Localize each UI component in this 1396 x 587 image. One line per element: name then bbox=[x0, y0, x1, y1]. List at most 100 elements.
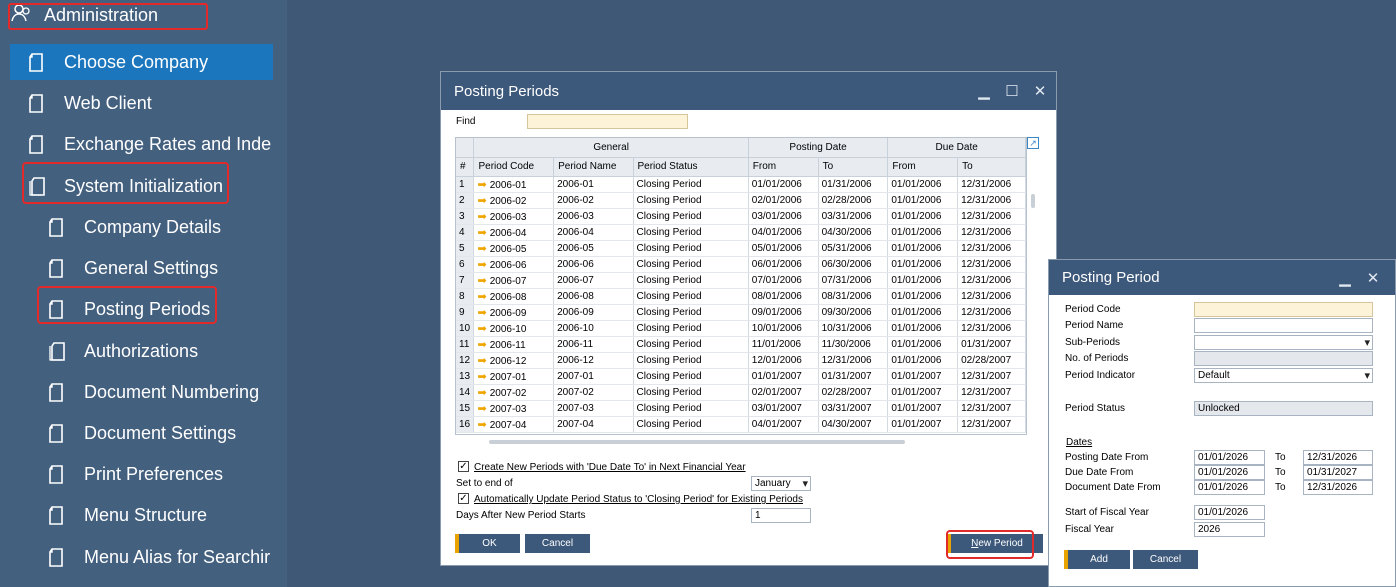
col-period-code-cell[interactable]: ➡ 2007-03 bbox=[473, 400, 555, 417]
col-period-name-cell[interactable]: 2007-01 bbox=[553, 368, 634, 385]
table-row[interactable]: 13 ➡ 2007-01 2007-01 Closing Period 01/01/200… bbox=[456, 368, 1026, 385]
close-icon[interactable]: ✕ bbox=[1032, 82, 1048, 100]
col-num-header[interactable]: # bbox=[456, 157, 475, 177]
link-arrow-icon[interactable]: ➡ bbox=[477, 323, 486, 335]
col-period-code-cell[interactable]: ➡ 2006-12 bbox=[473, 352, 555, 369]
col-period-code-cell[interactable]: ➡ 2006-03 bbox=[473, 208, 555, 225]
period-code-input[interactable] bbox=[1194, 302, 1373, 317]
col-due-from-cell[interactable]: 01/01/2006 bbox=[887, 272, 959, 289]
col-period-status-cell[interactable]: Closing Period bbox=[633, 352, 749, 369]
col-posting-from-cell[interactable]: 01/01/2007 bbox=[748, 368, 819, 385]
col-period-code-cell[interactable]: ➡ 2007-04 bbox=[473, 416, 555, 433]
start-fiscal-input[interactable]: 01/01/2026 bbox=[1194, 505, 1265, 520]
col-due-to-cell[interactable]: 02/28/2007 bbox=[957, 352, 1026, 369]
col-due-to-cell[interactable]: 12/31/2006 bbox=[957, 176, 1026, 193]
menu-choose-company[interactable]: Choose Company bbox=[10, 44, 273, 80]
col-posting-to-cell[interactable]: 01/31/2007 bbox=[818, 368, 889, 385]
col-period-name-cell[interactable]: 2007-03 bbox=[553, 400, 634, 417]
col-period-name-cell[interactable]: 2006-02 bbox=[553, 192, 634, 209]
maximize-icon[interactable]: ☐ bbox=[1004, 82, 1020, 100]
col-period-code-cell[interactable]: ➡ 2006-04 bbox=[473, 224, 555, 241]
link-arrow-icon[interactable]: ➡ bbox=[477, 179, 486, 191]
link-arrow-icon[interactable]: ➡ bbox=[477, 355, 486, 367]
col-period-status-header[interactable]: Period Status bbox=[633, 157, 749, 177]
link-arrow-icon[interactable]: ➡ bbox=[477, 227, 486, 239]
col-period-status-cell[interactable]: Closing Period bbox=[633, 384, 749, 401]
menu-authorizations[interactable]: Authorizations bbox=[30, 333, 287, 369]
col-due-to-cell[interactable]: 12/31/2006 bbox=[957, 272, 1026, 289]
col-period-status-cell[interactable]: Closing Period bbox=[633, 304, 749, 321]
link-arrow-icon[interactable]: ➡ bbox=[477, 307, 486, 319]
horizontal-scrollbar[interactable] bbox=[489, 440, 905, 444]
col-posting-to-cell[interactable]: 03/31/2007 bbox=[818, 400, 889, 417]
col-posting-from-cell[interactable]: 06/01/2006 bbox=[748, 256, 819, 273]
link-arrow-icon[interactable]: ➡ bbox=[477, 371, 486, 383]
table-row[interactable]: 5 ➡ 2006-05 2006-05 Closing Period 05/01/2006… bbox=[456, 240, 1026, 257]
table-row[interactable]: 8 ➡ 2006-08 2006-08 Closing Period 08/01/2006… bbox=[456, 288, 1026, 305]
col-posting-from-cell[interactable]: 05/01/2006 bbox=[748, 240, 819, 257]
expand-grid-icon[interactable]: ↗ bbox=[1027, 137, 1039, 149]
find-input[interactable] bbox=[527, 114, 688, 129]
link-arrow-icon[interactable]: ➡ bbox=[477, 195, 486, 207]
ok-button[interactable]: OK bbox=[455, 534, 520, 553]
col-posting-to-header[interactable]: To bbox=[818, 157, 889, 177]
col-due-to-cell[interactable]: 12/31/2006 bbox=[957, 240, 1026, 257]
cancel-button[interactable]: Cancel bbox=[525, 534, 590, 553]
col-period-name-cell[interactable]: 2006-01 bbox=[553, 176, 634, 193]
col-period-status-cell[interactable]: Closing Period bbox=[633, 192, 749, 209]
col-posting-from-cell[interactable]: 09/01/2006 bbox=[748, 304, 819, 321]
col-period-status-cell[interactable]: Closing Period bbox=[633, 272, 749, 289]
col-posting-to-cell[interactable]: 09/30/2006 bbox=[818, 304, 889, 321]
table-row[interactable]: 7 ➡ 2006-07 2006-07 Closing Period 07/01/2006… bbox=[456, 272, 1026, 289]
col-posting-to-cell[interactable]: 01/31/2006 bbox=[818, 176, 889, 193]
col-posting-to-cell[interactable]: 10/31/2006 bbox=[818, 320, 889, 337]
col-period-code-cell[interactable]: ➡ 2006-10 bbox=[473, 320, 555, 337]
table-row[interactable]: 16 ➡ 2007-04 2007-04 Closing Period 04/01/200… bbox=[456, 416, 1026, 433]
col-posting-to-cell[interactable]: 12/31/2006 bbox=[818, 352, 889, 369]
menu-general-settings[interactable]: General Settings bbox=[30, 250, 287, 286]
minimize-icon[interactable]: ▁ bbox=[976, 82, 992, 100]
col-posting-from-cell[interactable]: 02/01/2007 bbox=[748, 384, 819, 401]
fiscal-year-input[interactable]: 2026 bbox=[1194, 522, 1265, 537]
create-new-checkbox[interactable]: ✓ bbox=[458, 461, 469, 472]
days-after-input[interactable]: 1 bbox=[751, 508, 811, 523]
col-posting-from-cell[interactable]: 10/01/2006 bbox=[748, 320, 819, 337]
doc-to-input[interactable]: 12/31/2026 bbox=[1303, 480, 1373, 495]
table-row[interactable]: 14 ➡ 2007-02 2007-02 Closing Period 02/01/200… bbox=[456, 384, 1026, 401]
menu-company-details[interactable]: Company Details bbox=[30, 209, 287, 245]
link-arrow-icon[interactable]: ➡ bbox=[477, 403, 486, 415]
col-period-status-cell[interactable]: Closing Period bbox=[633, 288, 749, 305]
col-due-from-cell[interactable]: 01/01/2006 bbox=[887, 192, 959, 209]
col-period-name-header[interactable]: Period Name bbox=[553, 157, 634, 177]
col-due-to-cell[interactable]: 12/31/2007 bbox=[957, 384, 1026, 401]
col-due-to-cell[interactable]: 12/31/2006 bbox=[957, 224, 1026, 241]
col-period-name-cell[interactable]: 2006-12 bbox=[553, 352, 634, 369]
col-period-code-cell[interactable]: ➡ 2006-11 bbox=[473, 336, 555, 353]
col-due-to-header[interactable]: To bbox=[957, 157, 1026, 177]
col-due-to-cell[interactable]: 12/31/2006 bbox=[957, 304, 1026, 321]
col-posting-to-cell[interactable]: 02/28/2006 bbox=[818, 192, 889, 209]
col-posting-from-cell[interactable]: 01/01/2006 bbox=[748, 176, 819, 193]
col-period-name-cell[interactable]: 2007-02 bbox=[553, 384, 634, 401]
col-period-status-cell[interactable]: Closing Period bbox=[633, 224, 749, 241]
col-due-from-cell[interactable]: 01/01/2007 bbox=[887, 416, 959, 433]
link-arrow-icon[interactable]: ➡ bbox=[477, 419, 486, 431]
col-period-code-cell[interactable]: ➡ 2006-07 bbox=[473, 272, 555, 289]
no-periods-input[interactable] bbox=[1194, 351, 1373, 366]
col-due-to-cell[interactable]: 12/31/2006 bbox=[957, 208, 1026, 225]
add-button[interactable]: Add bbox=[1064, 550, 1130, 569]
col-period-code-header[interactable]: Period Code bbox=[473, 157, 555, 177]
col-posting-from-cell[interactable]: 03/01/2006 bbox=[748, 208, 819, 225]
col-period-name-cell[interactable]: 2006-07 bbox=[553, 272, 634, 289]
col-period-status-cell[interactable]: Closing Period bbox=[633, 320, 749, 337]
link-arrow-icon[interactable]: ➡ bbox=[477, 387, 486, 399]
col-period-name-cell[interactable]: 2006-04 bbox=[553, 224, 634, 241]
period-name-input[interactable] bbox=[1194, 318, 1373, 333]
col-posting-to-cell[interactable]: 02/28/2007 bbox=[818, 384, 889, 401]
auto-update-checkbox[interactable]: ✓ bbox=[458, 493, 469, 504]
col-due-to-cell[interactable]: 12/31/2006 bbox=[957, 192, 1026, 209]
col-period-code-cell[interactable]: ➡ 2006-09 bbox=[473, 304, 555, 321]
close-icon[interactable]: ✕ bbox=[1365, 269, 1381, 287]
period-status-field[interactable]: Unlocked bbox=[1194, 401, 1373, 416]
table-row[interactable]: 9 ➡ 2006-09 2006-09 Closing Period 09/01/2006… bbox=[456, 304, 1026, 321]
